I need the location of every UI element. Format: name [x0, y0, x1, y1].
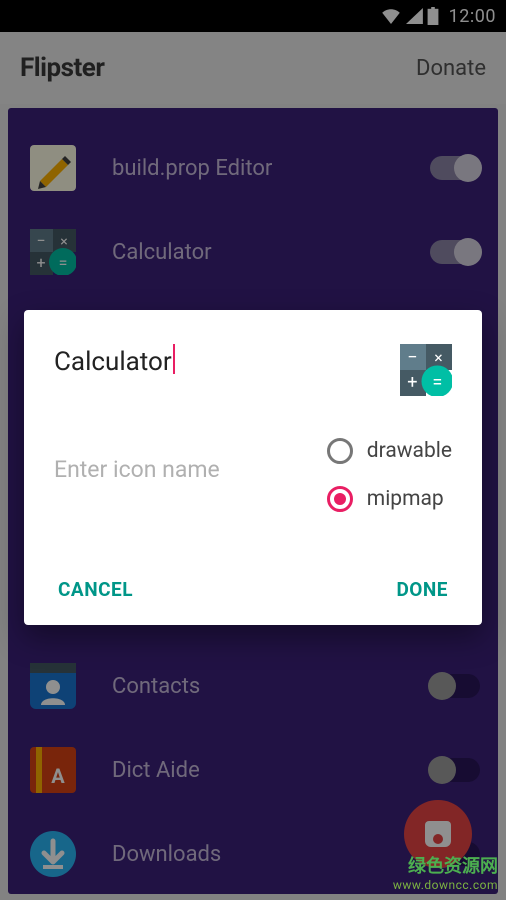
radio-unchecked-icon [327, 438, 353, 464]
radio-label: mipmap [367, 487, 444, 511]
watermark-url: www.downcc.com [393, 878, 498, 892]
svg-text:+: + [407, 372, 417, 393]
resource-type-radiogroup: drawable mipmap [327, 438, 452, 512]
watermark: 绿色资源网 www.downcc.com [393, 852, 498, 892]
icon-name-input[interactable]: Enter icon name [54, 438, 327, 483]
text-cursor [173, 344, 175, 374]
edit-icon-dialog: Calculator − × + = Enter icon name drawa… [24, 310, 482, 625]
svg-text:−: − [407, 347, 417, 368]
svg-text:=: = [432, 372, 442, 393]
done-button[interactable]: DONE [396, 578, 448, 601]
radio-drawable[interactable]: drawable [327, 438, 452, 464]
cancel-button[interactable]: CANCEL [58, 578, 133, 601]
calculator-preview-icon[interactable]: − × + = [400, 344, 452, 396]
radio-checked-icon [327, 486, 353, 512]
app-name-input[interactable]: Calculator [54, 344, 400, 377]
watermark-title: 绿色资源网 [393, 852, 498, 878]
radio-mipmap[interactable]: mipmap [327, 486, 452, 512]
app-name-value: Calculator [54, 347, 172, 377]
radio-label: drawable [367, 439, 452, 463]
svg-text:×: × [434, 348, 442, 367]
